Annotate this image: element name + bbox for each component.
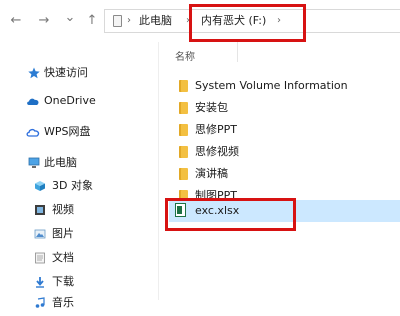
film-icon xyxy=(35,205,45,215)
folder-icon xyxy=(179,124,188,136)
highlight-box-file xyxy=(165,198,296,231)
list-item[interactable]: 思修PPT xyxy=(169,119,400,141)
music-icon xyxy=(35,297,45,308)
name-column-header[interactable]: 名称 xyxy=(175,48,195,63)
sidebar-item-label: 下载 xyxy=(52,275,74,288)
file-name: 思修视频 xyxy=(195,145,239,158)
list-item[interactable]: 思修视频 xyxy=(169,141,400,163)
file-name: 思修PPT xyxy=(195,123,237,136)
sidebar-item-pictures[interactable]: 图片 xyxy=(0,223,158,245)
sidebar-item-label: WPS网盘 xyxy=(44,125,91,138)
file-list: 名称 System Volume Information 安装包 思修PPT 思… xyxy=(159,42,400,300)
computer-icon xyxy=(28,157,40,168)
star-icon xyxy=(28,67,40,79)
list-item[interactable]: 演讲稿 xyxy=(169,163,400,185)
file-name: 安装包 xyxy=(195,101,228,114)
sidebar-item-label: 视频 xyxy=(52,203,74,216)
computer-icon xyxy=(113,15,122,27)
sidebar-item-wps-cloud[interactable]: WPS网盘 xyxy=(0,121,158,143)
column-divider xyxy=(237,42,238,62)
sidebar-item-label: 3D 对象 xyxy=(52,179,93,192)
sidebar-item-videos[interactable]: 视频 xyxy=(0,199,158,221)
breadcrumb-separator: › xyxy=(127,15,131,26)
folder-icon xyxy=(179,168,188,180)
recent-locations-button[interactable]: ⌄ xyxy=(62,9,78,27)
back-button[interactable]: ← xyxy=(8,12,24,30)
sidebar-item-label: 此电脑 xyxy=(44,156,77,169)
navigation-pane: 快速访问 OneDrive WPS网盘 此电脑 3D 对象 视频 图片 文档 下… xyxy=(0,42,159,309)
file-name: System Volume Information xyxy=(195,79,348,92)
list-item[interactable]: 安装包 xyxy=(169,97,400,119)
document-icon xyxy=(35,252,45,264)
cloud-icon xyxy=(27,98,39,105)
cube-icon xyxy=(35,181,45,191)
sidebar-item-this-pc[interactable]: 此电脑 xyxy=(0,152,158,174)
list-item[interactable]: System Volume Information xyxy=(169,75,400,97)
folder-icon xyxy=(179,102,188,114)
sidebar-item-label: 快速访问 xyxy=(44,66,88,79)
file-name: 演讲稿 xyxy=(195,167,228,180)
sidebar-item-quick-access[interactable]: 快速访问 xyxy=(0,62,158,84)
sidebar-item-downloads[interactable]: 下载 xyxy=(0,271,158,293)
folder-icon xyxy=(179,146,188,158)
sidebar-item-documents[interactable]: 文档 xyxy=(0,247,158,269)
picture-icon xyxy=(34,229,46,239)
forward-button[interactable]: → xyxy=(36,12,52,30)
sidebar-item-onedrive[interactable]: OneDrive xyxy=(0,90,158,112)
sidebar-item-music[interactable]: 音乐 xyxy=(0,294,158,316)
breadcrumb-this-pc[interactable]: 此电脑 xyxy=(139,14,172,28)
sidebar-item-label: OneDrive xyxy=(44,94,96,107)
sidebar-item-label: 图片 xyxy=(52,227,74,240)
sidebar-item-label: 音乐 xyxy=(52,296,74,309)
up-button[interactable]: ↑ xyxy=(84,12,100,30)
wps-cloud-icon xyxy=(26,128,40,137)
download-icon xyxy=(36,277,44,288)
highlight-box-drive xyxy=(189,4,306,42)
folder-icon xyxy=(179,80,188,92)
sidebar-item-3d-objects[interactable]: 3D 对象 xyxy=(0,175,158,197)
sidebar-item-label: 文档 xyxy=(52,251,74,264)
